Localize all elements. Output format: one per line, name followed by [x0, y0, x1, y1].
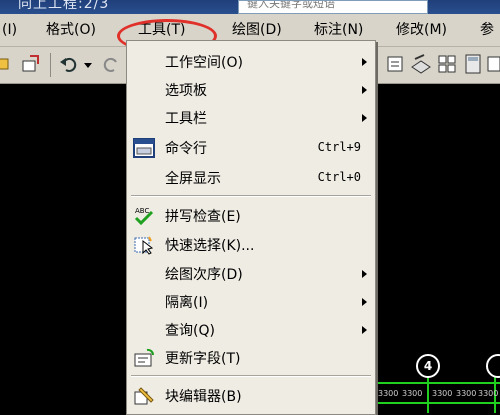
menu-item-quick-select[interactable]: 快速选择(K)...	[127, 232, 375, 258]
submenu-arrow-icon	[362, 86, 367, 94]
undo-icon[interactable]	[58, 53, 80, 75]
menu-item-label: 命令行	[165, 141, 207, 157]
menu-item-label: 绘图次序(D)	[165, 267, 243, 283]
menu-item-label: 全屏显示	[165, 171, 221, 187]
search-input[interactable]: 键入关键字或短语	[238, 0, 428, 14]
menu-item-update-fields[interactable]: 更新字段(T)	[127, 345, 375, 371]
menu-tools-express[interactable]: (I)	[2, 20, 17, 40]
menu-item-inquiry[interactable]: 查询(Q)	[127, 317, 375, 343]
menu-item-label: 隔离(I)	[165, 295, 209, 311]
menu-item-label: 工具栏	[165, 111, 207, 127]
menu-separator	[131, 375, 371, 377]
menu-separator	[131, 195, 371, 197]
menu-item-command-line[interactable]: 命令行 Ctrl+9	[127, 135, 375, 161]
dimension-label: 3300	[432, 389, 453, 398]
menu-item-draw-order[interactable]: 绘图次序(D)	[127, 261, 375, 287]
dimension-label: 3300	[378, 389, 399, 398]
menu-item-label: 查询(Q)	[165, 323, 215, 339]
menu-item-isolate[interactable]: 隔离(I)	[127, 289, 375, 315]
menu-item-label: 快速选择(K)...	[165, 238, 255, 254]
spell-check-icon-text: ABC	[135, 207, 149, 215]
menu-item-full-screen[interactable]: 全屏显示 Ctrl+0	[127, 165, 375, 191]
menu-dimension[interactable]: 标注(N)	[314, 20, 363, 40]
command-line-icon	[133, 138, 155, 158]
menu-item-toolbars[interactable]: 工具栏	[127, 105, 375, 131]
shortcut-text: Ctrl+9	[317, 140, 361, 154]
menu-modify[interactable]: 修改(M)	[396, 20, 447, 40]
menu-item-spell-check[interactable]: ABC 拼写检查(E)	[127, 203, 375, 229]
grid-line	[375, 382, 500, 384]
menu-item-label: 拼写检查(E)	[165, 209, 241, 225]
redo-icon[interactable]	[100, 53, 122, 75]
menu-parametric[interactable]: 参	[480, 20, 494, 40]
dimension-label: 3300	[456, 389, 477, 398]
shortcut-text: Ctrl+0	[317, 170, 361, 184]
title-bar: 同上工程:2/3 键入关键字或短语	[0, 0, 500, 14]
layer-properties-icon[interactable]	[384, 53, 406, 75]
menu-tools[interactable]: 工具(T)	[138, 20, 185, 40]
update-field-icon	[134, 348, 154, 367]
block-editor-icon	[134, 387, 154, 405]
menu-draw[interactable]: 绘图(D)	[232, 20, 282, 40]
submenu-arrow-icon	[362, 326, 367, 334]
grid-line	[427, 374, 429, 413]
submenu-arrow-icon	[362, 298, 367, 306]
dimension-label: 3300	[478, 389, 499, 398]
toolbar-divider	[50, 53, 51, 77]
menu-format[interactable]: 格式(O)	[46, 20, 96, 40]
submenu-arrow-icon	[362, 270, 367, 278]
menu-item-label: 更新字段(T)	[165, 351, 241, 367]
match-properties-icon[interactable]	[20, 53, 42, 75]
quick-select-icon	[134, 236, 154, 255]
layer-states-icon[interactable]	[410, 53, 432, 75]
undo-dropdown-icon[interactable]	[82, 53, 94, 75]
submenu-arrow-icon	[362, 114, 367, 122]
calculator-icon[interactable]	[462, 53, 484, 75]
tools-menu-dropdown: 工作空间(O) 选项板 工具栏 命令行 Ctrl+9 全屏显示 Ctrl+0 A…	[126, 40, 376, 415]
axis-bubble: 4	[416, 354, 440, 378]
axis-bubble-partial	[486, 354, 500, 378]
spell-check-icon: ABC	[134, 207, 154, 226]
menu-item-block-editor[interactable]: 块编辑器(B)	[127, 383, 375, 409]
tool-palettes-icon[interactable]	[436, 53, 458, 75]
dimension-label: 3300	[402, 389, 423, 398]
window-title: 同上工程:2/3	[18, 0, 110, 12]
menu-item-palettes[interactable]: 选项板	[127, 77, 375, 103]
menu-item-label: 块编辑器(B)	[165, 389, 242, 405]
brush-icon[interactable]	[0, 53, 16, 75]
menu-item-label: 选项板	[165, 83, 207, 99]
grid-line	[375, 402, 500, 404]
submenu-arrow-icon	[362, 58, 367, 66]
menu-item-workspaces[interactable]: 工作空间(O)	[127, 49, 375, 75]
toolbar-more-icon[interactable]	[486, 53, 500, 75]
menu-item-label: 工作空间(O)	[165, 55, 243, 71]
